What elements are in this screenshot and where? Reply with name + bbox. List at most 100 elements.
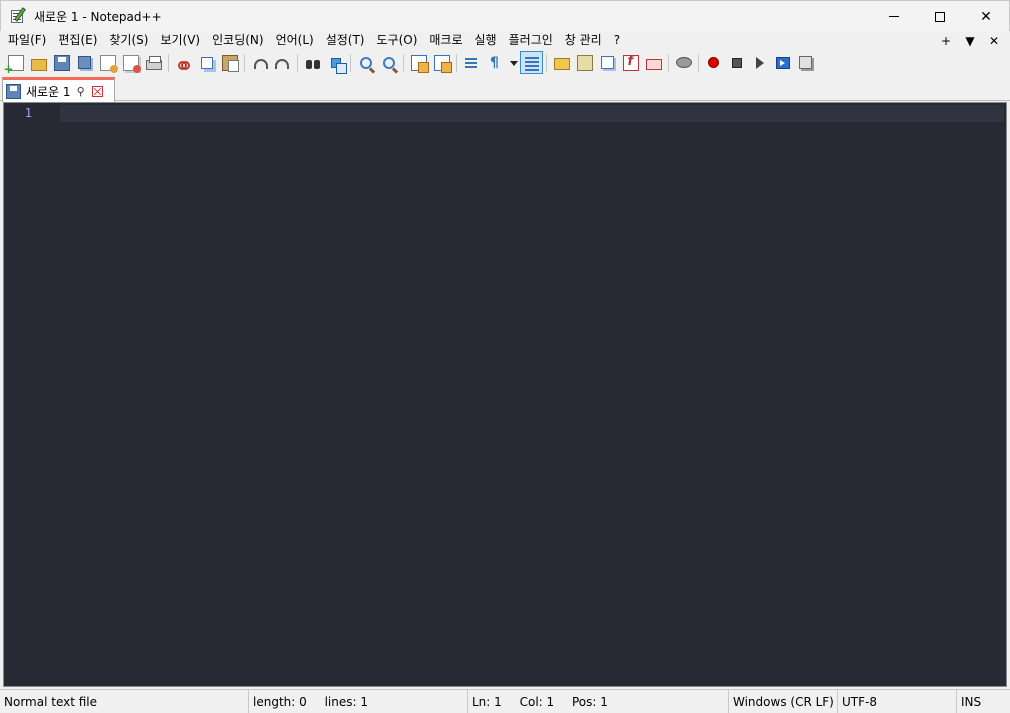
find-button[interactable] [301,51,324,74]
document-list-icon [601,56,614,69]
run-macro-multiple-icon [775,56,790,69]
open-file-button[interactable] [27,51,50,74]
toolbar-separator [403,53,404,72]
menu-help[interactable]: ? [608,31,626,50]
tab-close-icon[interactable] [91,85,103,97]
zoom-out-icon [382,56,395,69]
close-document-button[interactable]: ✕ [982,34,1006,48]
show-all-chars-icon: ¶ [490,54,499,71]
minimize-button[interactable] [871,1,917,32]
monitoring-icon [675,57,692,68]
save-macro-icon [799,56,812,69]
maximize-button[interactable] [917,1,963,32]
show-all-chars-button[interactable]: ¶ [483,51,506,74]
document-list-button[interactable] [596,51,619,74]
close-window-button[interactable]: ✕ [963,1,1009,32]
menu-right-controls: + ▼ ✕ [934,31,1006,50]
menu-view[interactable]: 보기(V) [154,31,206,50]
status-position: Ln: 1 Col: 1 Pos: 1 [468,689,729,713]
save-macro-button[interactable] [794,51,817,74]
save-all-button[interactable] [73,51,96,74]
stop-macro-button[interactable] [725,51,748,74]
toolbar-separator [698,53,699,72]
status-insert-mode[interactable]: INS [957,690,1010,713]
user-defined-lang-button[interactable] [550,51,573,74]
menu-file[interactable]: 파일(F) [2,31,52,50]
folder-as-workspace-button[interactable] [642,51,665,74]
title-bar: 새로운 1 - Notepad++ ✕ [0,0,1010,31]
maximize-icon [935,11,945,22]
undo-button[interactable] [248,51,271,74]
tab-list-dropdown-button[interactable]: ▼ [958,34,982,48]
cut-button[interactable] [172,51,195,74]
stop-macro-icon [731,57,742,68]
new-file-button[interactable] [4,51,27,76]
zoom-out-button[interactable] [377,51,400,74]
line-number-gutter: 1 [4,103,60,686]
save-button[interactable] [50,51,73,74]
monitoring-button[interactable] [672,51,695,74]
find-icon [305,58,321,70]
text-editor[interactable]: 1 [3,102,1007,687]
sync-horizontal-button[interactable] [430,51,453,74]
word-wrap-button[interactable] [460,51,483,74]
menu-language[interactable]: 언어(L) [270,31,320,50]
status-ln: Ln: 1 [472,694,502,709]
document-tab-bar: 새로운 1 ⚲ [0,75,1010,102]
copy-button[interactable] [195,51,218,74]
document-map-button[interactable] [573,51,596,74]
copy-icon [200,56,213,69]
minimize-icon [889,16,899,17]
show-symbols-dropdown[interactable] [506,51,520,74]
function-list-button[interactable] [619,51,642,74]
user-defined-lang-icon [553,58,570,70]
status-encoding[interactable]: UTF-8 [838,689,957,713]
window-controls: ✕ [871,1,1009,32]
run-macro-multiple-button[interactable] [771,51,794,74]
toolbar-separator [350,53,351,72]
tab-new-1[interactable]: 새로운 1 ⚲ [2,77,115,102]
menu-tools[interactable]: 도구(O) [371,31,424,50]
folder-as-workspace-icon [645,58,662,70]
menu-edit[interactable]: 편집(E) [52,31,103,50]
indent-guide-icon [524,55,540,71]
menu-macro[interactable]: 매크로 [423,31,468,50]
play-macro-button[interactable] [748,51,771,74]
notepadpp-app-icon[interactable] [10,7,26,24]
print-button[interactable] [142,51,165,74]
redo-icon [275,55,291,71]
toolbar-separator [546,53,547,72]
close-button[interactable] [96,51,119,74]
paste-button[interactable] [218,51,241,74]
current-line-highlight[interactable] [60,105,1004,122]
close-all-button[interactable] [119,51,142,74]
zoom-in-button[interactable] [354,51,377,74]
menu-bar: 파일(F) 편집(E) 찾기(S) 보기(V) 인코딩(N) 언어(L) 설정(… [0,31,1010,50]
sync-vertical-icon [410,54,429,73]
status-bar: Normal text file length: 0 lines: 1 Ln: … [0,689,1010,713]
menu-search[interactable]: 찾기(S) [103,31,154,50]
menu-plugins[interactable]: 플러그인 [503,31,559,50]
toolbar-separator [244,53,245,72]
menu-encoding[interactable]: 인코딩(N) [206,31,269,50]
new-tab-button[interactable]: + [934,34,958,48]
undo-icon [252,55,268,71]
replace-button[interactable] [324,51,347,74]
status-eol[interactable]: Windows (CR LF) [729,689,838,713]
status-col: Col: 1 [519,694,555,709]
new-file-icon [4,54,24,76]
menu-run[interactable]: 실행 [469,31,503,50]
toolbar-separator [297,53,298,72]
zoom-in-icon [359,56,372,69]
record-macro-button[interactable] [702,51,725,74]
toolbar-separator [168,53,169,72]
save-icon [53,54,70,71]
redo-button[interactable] [271,51,294,74]
indent-guide-button[interactable] [520,51,543,74]
pin-icon[interactable]: ⚲ [77,85,85,98]
menu-settings[interactable]: 설정(T) [320,31,371,50]
menu-window[interactable]: 창 관리 [559,31,608,50]
replace-icon [330,57,347,74]
sync-vertical-button[interactable] [407,51,430,74]
status-file-type: Normal text file [0,689,249,713]
